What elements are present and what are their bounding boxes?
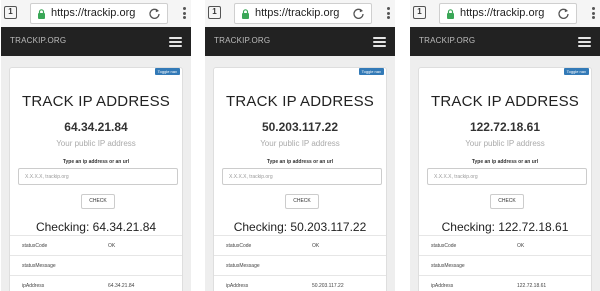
check-button[interactable]: CHECK [490,194,524,209]
row-key: statusCode [226,243,252,249]
reload-icon[interactable] [557,7,570,20]
address-bar[interactable]: https://trackip.org [439,3,577,24]
public-ip-caption: Your public IP address [465,139,545,148]
ip-url-input[interactable]: X.X.X.X, trackip.org [18,168,178,185]
table-row: statusCode OK [419,235,591,255]
table-row: statusCode OK [10,235,182,255]
phone-screen: 1 https://trackip.org TRACKIP.ORG Toggle… [410,0,600,291]
table-row: statusMessage [10,255,182,275]
site-navbar: TRACKIP.ORG [410,27,600,56]
address-bar[interactable]: https://trackip.org [30,3,168,24]
row-key: statusCode [431,243,457,249]
public-ip-caption: Your public IP address [260,139,340,148]
row-key: statusMessage [22,263,56,269]
row-value: OK [312,243,320,249]
row-key: ipAddress [22,283,45,289]
row-key: statusMessage [226,263,260,269]
address-bar[interactable]: https://trackip.org [234,3,372,24]
page-title: TRACK IP ADDRESS [22,93,170,110]
check-button[interactable]: CHECK [81,194,115,209]
page-title: TRACK IP ADDRESS [431,93,579,110]
hamburger-menu-icon[interactable] [578,37,591,47]
phone-screen: 1 https://trackip.org TRACKIP.ORG Toggle… [1,0,191,291]
input-label: Type an ip address or an url [62,159,130,165]
tab-switcher-icon[interactable]: 1 [413,6,426,19]
ip-url-input[interactable]: X.X.X.X, trackip.org [222,168,382,185]
table-row: statusMessage [214,255,386,275]
reload-icon[interactable] [352,7,365,20]
lock-icon [447,9,454,19]
input-label: Type an ip address or an url [471,159,539,165]
row-key: statusCode [22,243,48,249]
overflow-menu-icon[interactable] [183,7,187,19]
toggle-nav-button[interactable]: Toggle nav [154,68,180,75]
table-row: statusMessage [419,255,591,275]
hamburger-menu-icon[interactable] [169,37,182,47]
page-title: TRACK IP ADDRESS [226,93,374,110]
tracker-card: Toggle nav TRACK IP ADDRESS 122.72.18.61… [418,67,592,291]
site-brand[interactable]: TRACKIP.ORG [214,36,270,45]
url-text: https://trackip.org [460,7,545,19]
site-navbar: TRACKIP.ORG [1,27,191,56]
table-row: ipAddress 64.34.21.84 [10,275,182,291]
public-ip-value: 64.34.21.84 [64,120,128,134]
url-text: https://trackip.org [255,7,340,19]
row-key: ipAddress [226,283,249,289]
table-row: ipAddress 122.72.18.61 [419,275,591,291]
reload-icon[interactable] [148,7,161,20]
toggle-nav-button[interactable]: Toggle nav [563,68,589,75]
checking-heading: Checking: 122.72.18.61 [441,220,569,234]
public-ip-value: 122.72.18.61 [469,120,541,134]
url-text: https://trackip.org [51,7,136,19]
check-button[interactable]: CHECK [285,194,319,209]
row-value: 122.72.18.61 [517,283,547,289]
tracker-card: Toggle nav TRACK IP ADDRESS 64.34.21.84 … [9,67,183,291]
tab-switcher-icon[interactable]: 1 [4,6,17,19]
input-label: Type an ip address or an url [266,159,334,165]
row-value: 50.203.117.22 [312,283,344,289]
row-value: 64.34.21.84 [108,283,135,289]
table-row: statusCode OK [214,235,386,255]
site-navbar: TRACKIP.ORG [205,27,395,56]
public-ip-caption: Your public IP address [56,139,136,148]
overflow-menu-icon[interactable] [592,7,596,19]
tab-switcher-icon[interactable]: 1 [208,6,221,19]
browser-toolbar: 1 https://trackip.org [410,0,600,27]
hamburger-menu-icon[interactable] [373,37,386,47]
site-brand[interactable]: TRACKIP.ORG [419,36,475,45]
lock-icon [242,9,249,19]
checking-heading: Checking: 50.203.117.22 [233,220,367,234]
browser-toolbar: 1 https://trackip.org [205,0,395,27]
site-brand[interactable]: TRACKIP.ORG [10,36,66,45]
tracker-card: Toggle nav TRACK IP ADDRESS 50.203.117.2… [213,67,387,291]
row-key: statusMessage [431,263,465,269]
row-value: OK [517,243,525,249]
lock-icon [38,9,45,19]
row-value: OK [108,243,116,249]
row-key: ipAddress [431,283,454,289]
ip-url-input[interactable]: X.X.X.X, trackip.org [427,168,587,185]
toggle-nav-button[interactable]: Toggle nav [358,68,384,75]
checking-heading: Checking: 64.34.21.84 [35,220,157,234]
phone-screen: 1 https://trackip.org TRACKIP.ORG Toggle… [205,0,395,291]
public-ip-value: 50.203.117.22 [261,120,339,134]
table-row: ipAddress 50.203.117.22 [214,275,386,291]
overflow-menu-icon[interactable] [387,7,391,19]
browser-toolbar: 1 https://trackip.org [1,0,191,27]
